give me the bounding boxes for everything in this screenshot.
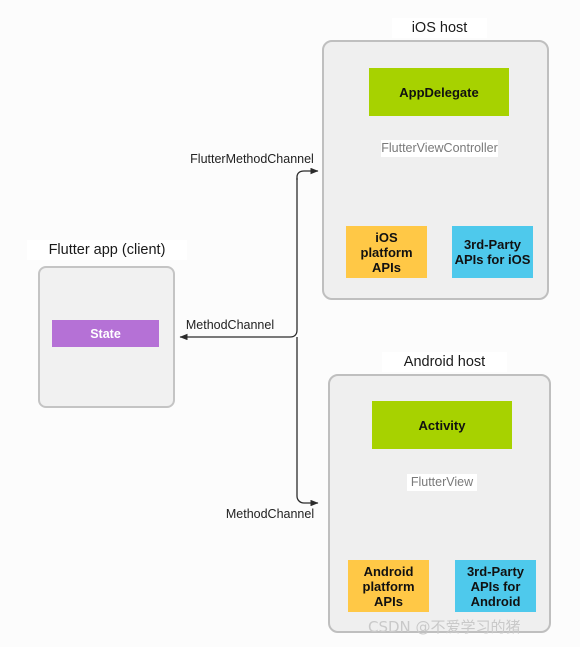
- diagram-canvas: iOS host AppDelegate FlutterViewControll…: [0, 0, 580, 647]
- ios-platform-apis-line3: APIs: [372, 259, 401, 275]
- ios-3rd-party-line1: 3rd-Party: [463, 237, 522, 252]
- channel-label-fluttermethodchannel: FlutterMethodChannel: [190, 151, 314, 167]
- flutter-state-node[interactable]: State: [52, 320, 159, 347]
- ios-appdelegate-node[interactable]: AppDelegate: [369, 68, 509, 116]
- ios-platform-apis-node[interactable]: iOS platform APIs: [346, 226, 427, 278]
- ios-platform-apis-line2: platform: [360, 244, 413, 260]
- ios-host-title: iOS host: [392, 18, 487, 38]
- android-edge-label-flutterview: FlutterView: [407, 474, 477, 491]
- android-platform-apis-line1: Android: [363, 563, 414, 579]
- channel-label-methodchannel-android: MethodChannel: [225, 506, 315, 522]
- ios-3rd-party-apis-node[interactable]: 3rd-Party APIs for iOS: [452, 226, 533, 278]
- android-3rd-party-apis-node[interactable]: 3rd-Party APIs for Android: [455, 560, 536, 612]
- android-platform-apis-line2: platform: [362, 578, 415, 594]
- android-platform-apis-node[interactable]: Android platform APIs: [348, 560, 429, 612]
- ios-platform-apis-line1: iOS: [375, 229, 398, 245]
- ios-edge-label-flutterviewcontroller: FlutterViewController: [381, 140, 498, 157]
- android-3rd-party-line2: APIs for: [470, 578, 521, 594]
- csdn-watermark: CSDN @不爱学习的猪: [368, 618, 521, 636]
- channel-label-methodchannel-client: MethodChannel: [185, 317, 275, 333]
- android-platform-apis-line3: APIs: [374, 593, 403, 609]
- android-activity-node[interactable]: Activity: [372, 401, 512, 449]
- ios-3rd-party-line2: APIs for iOS: [454, 252, 531, 267]
- android-3rd-party-line1: 3rd-Party: [466, 563, 525, 579]
- flutter-app-title: Flutter app (client): [27, 240, 187, 260]
- android-3rd-party-line3: Android: [470, 593, 521, 609]
- android-host-title: Android host: [382, 352, 507, 372]
